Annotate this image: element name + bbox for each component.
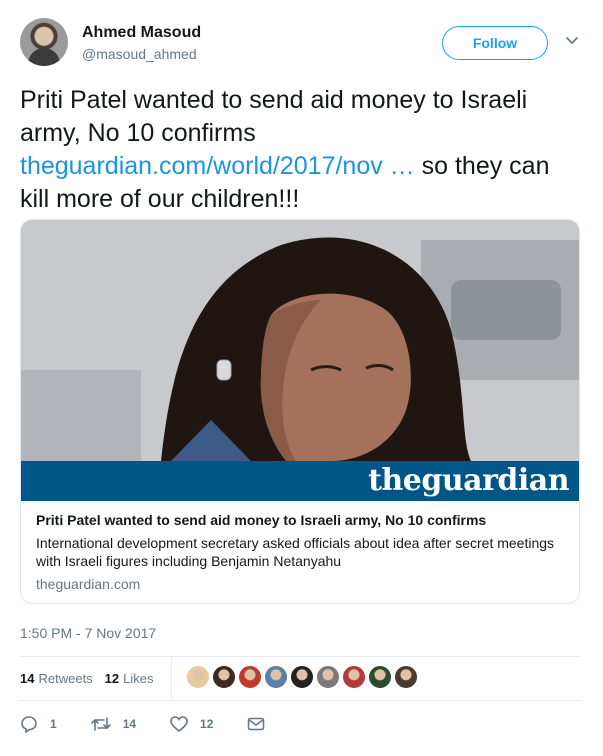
user-avatar[interactable] <box>20 18 68 66</box>
like-count: 12 <box>200 717 214 731</box>
liker-avatar[interactable] <box>394 665 418 689</box>
follow-button[interactable]: Follow <box>442 26 548 60</box>
tweet-stats: 14 Retweets 12 Likes <box>20 665 166 691</box>
article-photo <box>21 220 579 461</box>
divider <box>20 700 580 701</box>
card-domain: theguardian.com <box>36 576 141 592</box>
card-title[interactable]: Priti Patel wanted to send aid money to … <box>36 512 566 528</box>
link-card[interactable]: theguardian Priti Patel wanted to send a… <box>20 219 580 604</box>
tweet-header: Ahmed Masoud @masoud_ahmed Follow <box>20 18 583 70</box>
liker-avatar[interactable] <box>186 665 210 689</box>
like-button[interactable]: 12 <box>170 715 213 733</box>
publisher-banner: theguardian <box>21 461 579 501</box>
divider <box>20 656 580 657</box>
retweet-count: 14 <box>122 717 137 731</box>
tweet-text: Priti Patel wanted to send aid money to … <box>20 84 580 216</box>
liker-avatar[interactable] <box>238 665 262 689</box>
liker-avatar[interactable] <box>264 665 288 689</box>
card-description: International development secretary aske… <box>36 535 555 569</box>
author-handle[interactable]: @masoud_ahmed <box>82 46 197 62</box>
retweet-icon <box>90 717 111 731</box>
likes-stat[interactable]: 12 Likes <box>105 671 154 686</box>
direct-message-button[interactable] <box>247 716 277 732</box>
heart-icon <box>170 716 188 733</box>
likers-avatars <box>186 665 420 689</box>
liker-avatar[interactable] <box>368 665 392 689</box>
envelope-icon <box>248 717 265 731</box>
tweet-link[interactable]: theguardian.com/world/2017/nov … <box>20 152 415 180</box>
liker-avatar[interactable] <box>212 665 236 689</box>
liker-avatar[interactable] <box>342 665 366 689</box>
author-name[interactable]: Ahmed Masoud <box>82 24 201 42</box>
reply-count: 1 <box>50 717 57 731</box>
card-image[interactable]: theguardian <box>21 220 579 501</box>
reply-icon <box>21 716 37 733</box>
retweets-stat[interactable]: 14 Retweets <box>20 671 93 686</box>
liker-avatar[interactable] <box>316 665 340 689</box>
stats-separator <box>171 657 172 699</box>
guardian-logo: theguardian <box>368 463 569 498</box>
tweet-actions: 1 14 12 <box>20 712 311 736</box>
tweet-timestamp[interactable]: 1:50 PM - 7 Nov 2017 <box>20 625 156 641</box>
liker-avatar[interactable] <box>290 665 314 689</box>
retweet-button[interactable]: 14 <box>90 715 137 733</box>
tweet-text-main: Priti Patel wanted to send aid money to … <box>20 86 528 147</box>
reply-button[interactable]: 1 <box>20 715 57 733</box>
chevron-down-icon[interactable] <box>564 32 580 48</box>
